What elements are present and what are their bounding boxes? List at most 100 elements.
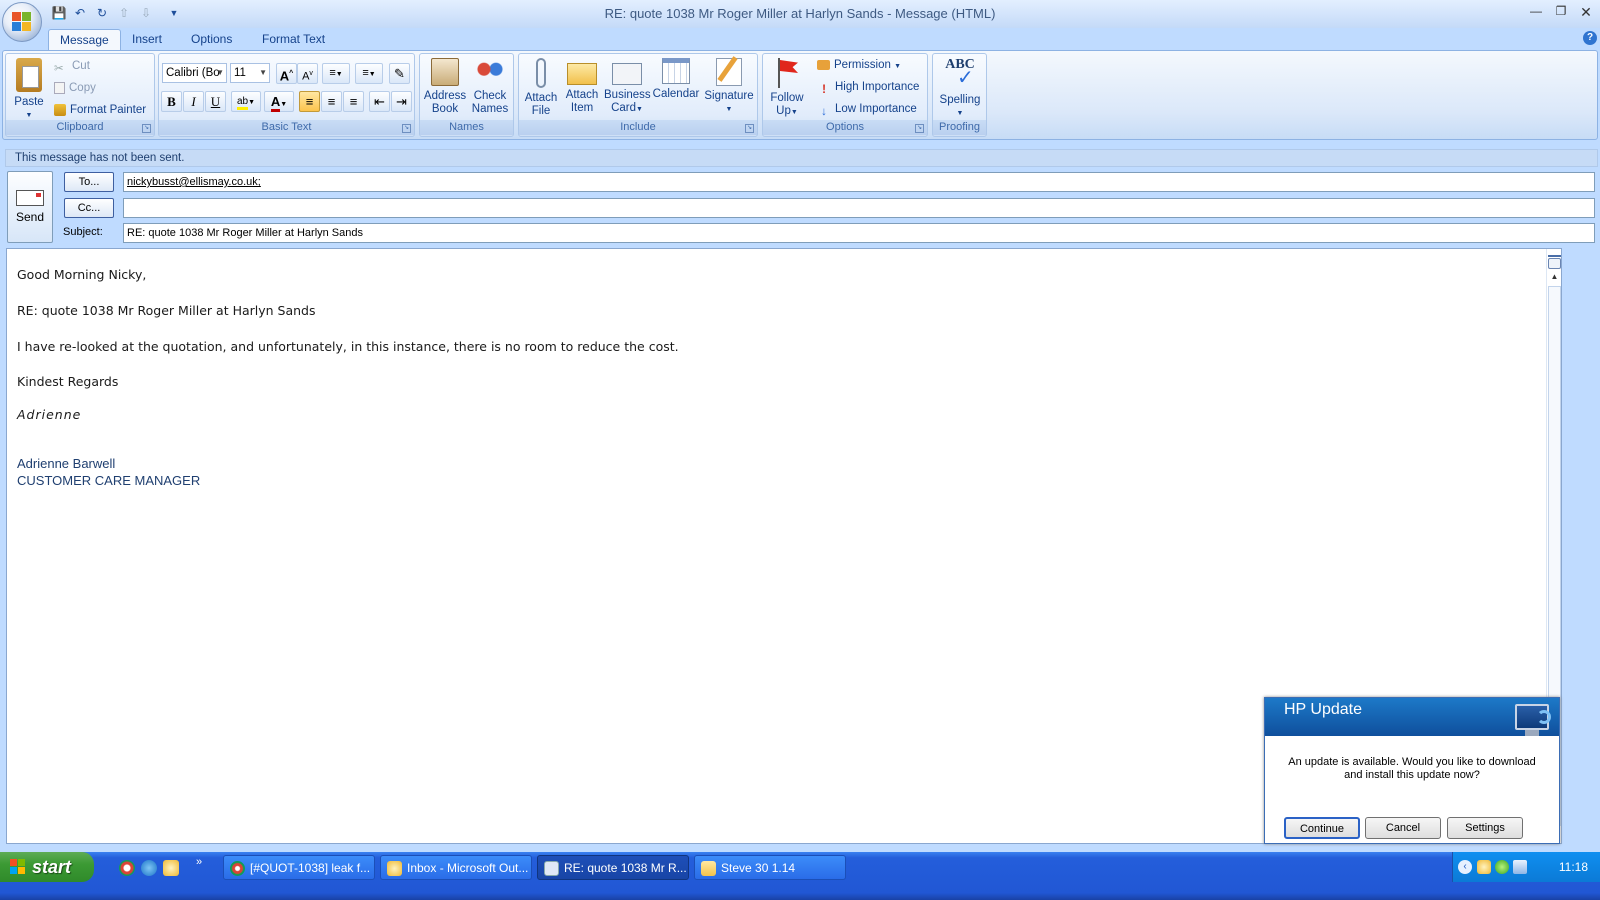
bullets-button[interactable]: ≡▼ [322,63,350,84]
hp-update-message-line-1: An update is available. Would you like t… [1288,756,1536,768]
paste-button[interactable]: Paste ▼ [9,58,49,122]
to-field[interactable]: nickybusst@ellismay.co.uk; [123,172,1595,192]
permission-button[interactable]: Permission ▼ [817,55,901,75]
address-book-button[interactable]: Address Book [423,58,467,116]
proofing-group-label: Proofing [933,120,986,135]
scroll-up-icon[interactable]: ▲ [1547,272,1562,284]
tab-format-text[interactable]: Format Text [251,29,336,51]
to-button[interactable]: To... [64,172,114,192]
cc-button[interactable]: Cc... [64,198,114,218]
align-left-button[interactable]: ≡ [299,91,320,112]
minimize-button[interactable]: — [1526,4,1546,20]
attach-file-label-2: File [531,105,551,117]
bold-button[interactable]: B [161,91,182,112]
attach-item-button[interactable]: Attach Item [562,58,602,115]
increase-indent-button[interactable]: ⇥ [391,91,412,112]
underline-button[interactable]: U [205,91,226,112]
quicklaunch-more-icon[interactable]: » [196,856,202,868]
tray-expand-icon[interactable]: ‹ [1458,860,1472,874]
help-icon[interactable]: ? [1583,31,1597,45]
address-book-label-1: Address [423,90,467,102]
body-greeting: Good Morning Nicky, [17,267,147,282]
basic-text-launcher-icon[interactable]: ↘ [402,124,411,133]
down-arrow-icon: ↓ [821,105,827,118]
to-recipient[interactable]: nickybusst@ellismay.co.uk; [127,176,261,188]
calendar-icon [662,58,690,84]
numbering-button[interactable]: ≡▼ [355,63,383,84]
taskbar-item-label: Inbox - Microsoft Out... [407,861,529,875]
continue-button[interactable]: Continue [1284,817,1360,839]
grow-font-button[interactable]: A^ [276,63,297,84]
options-launcher-icon[interactable]: ↘ [915,124,924,133]
outlook-quicklaunch-icon[interactable] [163,860,179,876]
high-importance-label: High Importance [835,81,920,93]
basic-text-group-label: Basic Text [159,120,414,135]
taskbar-item-message[interactable]: RE: quote 1038 Mr R... [537,855,689,880]
basic-text-group: Calibri (Bo ▼ 11 ▼ A^ Av ≡▼ ≡▼ ✎ B I U ab▼… [158,53,415,137]
check-names-button[interactable]: Check Names [468,58,512,116]
include-group: Attach File Attach Item Business Card▼ C… [518,53,758,137]
cancel-button[interactable]: Cancel [1365,817,1441,839]
cut-button[interactable]: ✂ Cut [54,56,90,76]
view-ruler-icon[interactable] [1548,258,1561,269]
high-importance-button[interactable]: ! High Importance [817,77,919,97]
attach-file-button[interactable]: Attach File [521,58,561,118]
font-size-combo[interactable]: 11 ▼ [230,63,270,83]
copy-icon [54,81,65,94]
italic-button[interactable]: I [183,91,204,112]
align-right-button[interactable]: ≡ [343,91,364,112]
names-group: Address Book Check Names Names [419,53,514,137]
business-card-button[interactable]: Business Card▼ [604,58,651,116]
chevron-down-icon: ▼ [259,68,267,77]
outlook-icon [387,861,402,876]
status-tray-icon[interactable] [1495,860,1509,874]
windows-logo-icon [10,859,26,875]
body-closing: Kindest Regards [17,374,119,389]
clipboard-launcher-icon[interactable]: ↘ [142,124,151,133]
follow-up-button[interactable]: Follow Up▼ [765,58,809,119]
message-icon [544,861,559,876]
clear-formatting-button[interactable]: ✎ [389,63,410,84]
network-tray-icon[interactable] [1513,860,1527,874]
taskbar-item-chrome[interactable]: [#QUOT-1038] leak f... [223,855,375,880]
taskbar-item-folder[interactable]: Steve 30 1.14 [694,855,846,880]
cc-field[interactable] [123,198,1595,218]
settings-button[interactable]: Settings [1447,817,1523,839]
send-button[interactable]: Send [7,171,53,243]
signature-button[interactable]: Signature ▼ [702,56,756,116]
align-center-button[interactable]: ≡ [321,91,342,112]
outlook-tray-icon[interactable] [1477,860,1491,874]
permission-label: Permission [834,59,891,71]
office-button[interactable] [2,2,42,42]
restore-button[interactable]: ❐ [1551,4,1571,20]
spelling-button[interactable]: ABC ✓ Spelling ▼ [935,58,985,120]
copy-button[interactable]: Copy [54,78,96,98]
shrink-font-button[interactable]: Av [297,63,318,84]
format-painter-button[interactable]: Format Painter [54,100,146,120]
include-launcher-icon[interactable]: ↘ [745,124,754,133]
body-reference: RE: quote 1038 Mr Roger Miller at Harlyn… [17,303,316,318]
highlight-button[interactable]: ab▼ [231,91,261,112]
taskbar-item-inbox[interactable]: Inbox - Microsoft Out... [380,855,532,880]
chrome-quicklaunch-icon[interactable] [119,860,135,876]
ruler-icon[interactable] [1548,249,1561,257]
paperclip-icon [536,58,546,88]
business-card-label-2: Card▼ [611,102,643,114]
send-envelope-icon [16,190,44,206]
calendar-button[interactable]: Calendar [652,58,700,101]
body-paragraph: I have re-looked at the quotation, and u… [17,339,679,354]
close-button[interactable]: ✕ [1576,4,1596,20]
tab-options[interactable]: Options [180,29,243,51]
low-importance-button[interactable]: ↓ Low Importance [817,99,917,119]
ie-quicklaunch-icon[interactable] [141,860,157,876]
subject-field[interactable]: RE: quote 1038 Mr Roger Miller at Harlyn… [123,223,1595,243]
decrease-indent-button[interactable]: ⇤ [369,91,390,112]
tab-insert[interactable]: Insert [121,29,173,51]
tab-message[interactable]: Message [48,29,121,51]
follow-up-label-2: Up▼ [776,105,798,117]
spelling-check-icon: ABC ✓ [945,57,975,89]
font-color-button[interactable]: A▼ [264,91,294,112]
subject-label: Subject: [63,226,103,238]
start-button[interactable]: start [0,852,94,882]
font-name-combo[interactable]: Calibri (Bo ▼ [162,63,227,83]
